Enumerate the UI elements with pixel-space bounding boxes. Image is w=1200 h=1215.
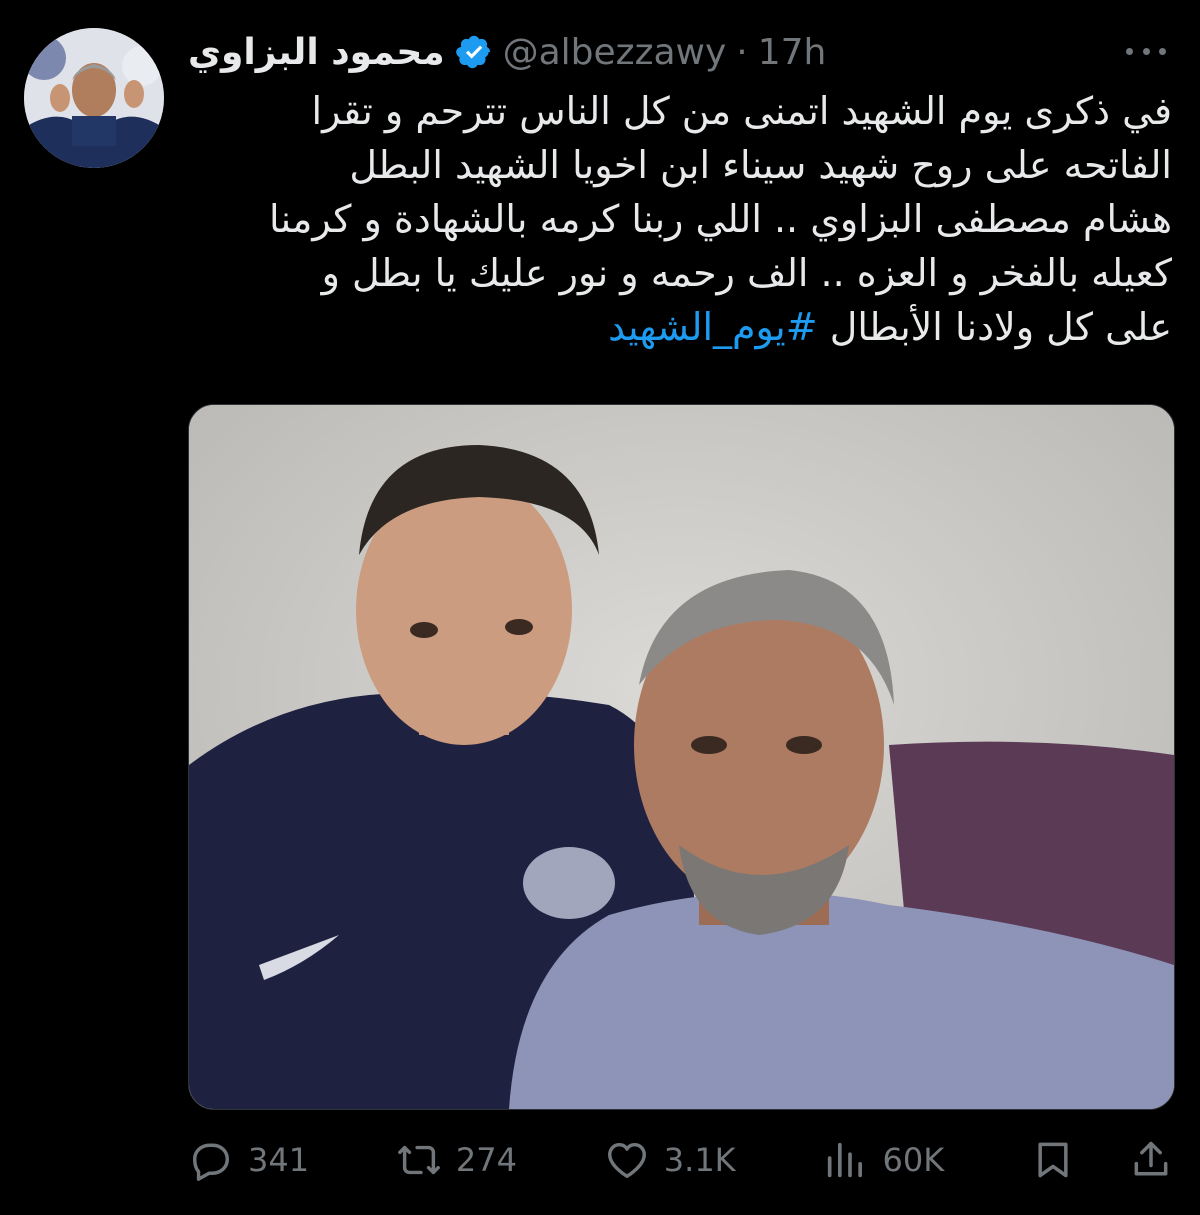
repost-icon [397, 1145, 440, 1175]
tweet-secondary-actions [1031, 1138, 1173, 1182]
views-count: 60K [882, 1141, 945, 1179]
reply-icon [192, 1143, 230, 1181]
author-handle[interactable]: @albezzawy [503, 32, 727, 73]
bookmark-icon [1038, 1142, 1068, 1178]
tweet-text-line: الفاتحه على روح شهيد سيناء ابن اخويا الش… [349, 143, 1172, 187]
more-dot [1142, 47, 1150, 55]
tweet-text-line-last: على كل ولادنا الأبطال #يوم_الشهيد [182, 300, 1172, 354]
share-icon [1134, 1141, 1168, 1176]
photo-content [189, 405, 1174, 1109]
more-icon[interactable] [1126, 36, 1166, 66]
repost-count: 274 [455, 1141, 517, 1179]
reply-count: 341 [248, 1141, 310, 1179]
reply-button[interactable]: 341 [188, 1137, 309, 1183]
tweet-photo[interactable] [188, 404, 1175, 1110]
tweet-text-line: هشام مصطفى البزاوي .. اللي ربنا كرمه بال… [268, 197, 1172, 241]
like-button[interactable]: 3.1K [604, 1137, 736, 1183]
header-separator: · [736, 31, 748, 73]
heart-icon [607, 1142, 646, 1179]
tweet-text-line: في ذكرى يوم الشهيد اتمنى من كل الناس تتر… [311, 89, 1172, 133]
bookmark-button[interactable] [1031, 1138, 1075, 1182]
tweet-text: في ذكرى يوم الشهيد اتمنى من كل الناس تتر… [182, 84, 1172, 354]
more-dot [1126, 47, 1133, 55]
hashtag-link[interactable]: #يوم_الشهيد [608, 305, 818, 349]
tweet-actions: 341 274 3.1K 60K [188, 1132, 1173, 1188]
tweet-text-line: على كل ولادنا الأبطال [829, 305, 1172, 349]
verified-badge-icon [455, 35, 490, 69]
more-dot [1159, 47, 1166, 55]
share-button[interactable] [1129, 1138, 1173, 1182]
views-button[interactable]: 60K [822, 1137, 944, 1183]
tweet-text-line: كعيله بالفخر و العزه .. الف رحمه و نور ع… [321, 251, 1172, 295]
author-display-name[interactable]: محمود البزاوي [188, 32, 445, 73]
tweet-card: محمود البزاوي @albezzawy · 17h في ذكرى ي… [0, 0, 1200, 1215]
avatar-image [24, 28, 164, 168]
like-count: 3.1K [663, 1141, 736, 1179]
repost-button[interactable]: 274 [396, 1137, 517, 1183]
tweet-header: محمود البزاوي @albezzawy · 17h [188, 24, 826, 80]
views-icon [828, 1142, 863, 1178]
avatar[interactable] [24, 28, 164, 168]
tweet-timestamp[interactable]: 17h [758, 32, 827, 73]
